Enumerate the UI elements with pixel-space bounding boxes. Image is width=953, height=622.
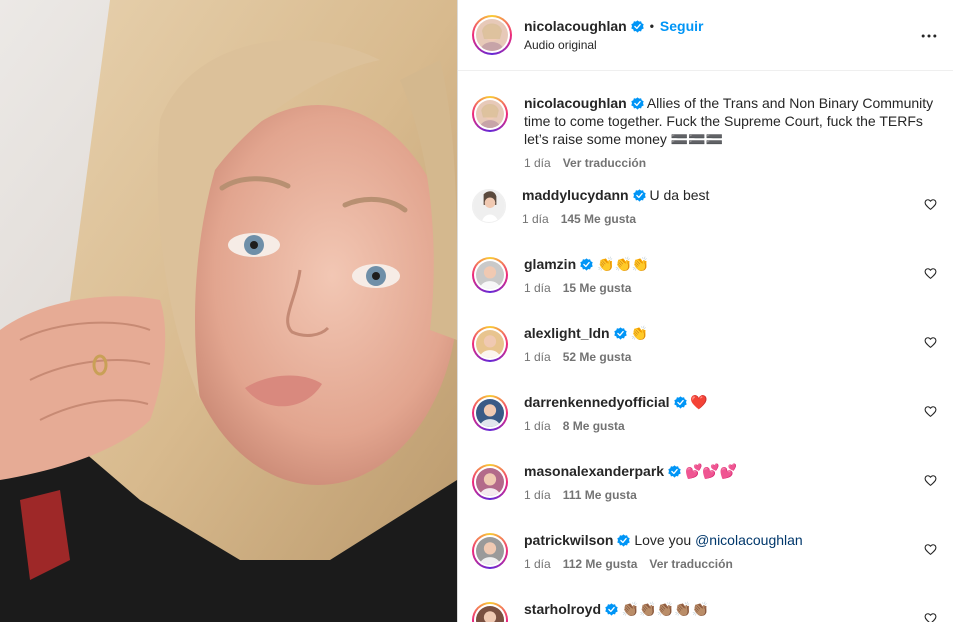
verified-badge-icon	[580, 258, 593, 271]
like-heart-icon[interactable]	[924, 612, 937, 622]
comment-username[interactable]: darrenkennedyofficial	[524, 394, 670, 410]
comment-username[interactable]: glamzin	[524, 256, 576, 272]
comment-item: starholroyd 👏🏽👏🏽👏🏽👏🏽👏🏽1 día23 Me gusta	[472, 600, 939, 622]
comment-likes[interactable]: 52 Me gusta	[563, 350, 632, 364]
like-heart-icon[interactable]	[924, 405, 937, 418]
comment-likes[interactable]: 112 Me gusta	[563, 557, 638, 571]
comment-avatar[interactable]	[472, 189, 506, 223]
comment-time[interactable]: 1 día	[524, 419, 551, 433]
author-avatar-image	[476, 19, 508, 51]
comment-avatar[interactable]	[472, 257, 508, 293]
comment-item: glamzin 👏👏👏 1 día 15 Me gusta	[472, 255, 939, 295]
comment-item: darrenkennedyofficial ❤️ 1 día 8 Me gusta	[472, 393, 939, 433]
comment-likes[interactable]: 8 Me gusta	[563, 419, 625, 433]
verified-badge-icon	[631, 97, 644, 110]
comment-time[interactable]: 1 día	[524, 557, 551, 571]
comment-time[interactable]: 1 día	[524, 350, 551, 364]
post-media[interactable]	[0, 0, 457, 622]
comment-item: alexlight_ldn 👏 1 día 52 Me gusta	[472, 324, 939, 364]
comment-time[interactable]: 1 día	[522, 212, 549, 226]
comment-username[interactable]: starholroyd	[524, 601, 601, 617]
comment-mention-link[interactable]: @nicolacoughlan	[695, 532, 803, 548]
author-avatar[interactable]	[472, 15, 512, 55]
verified-badge-icon	[668, 465, 681, 478]
comment-avatar[interactable]	[472, 395, 508, 431]
caption-time[interactable]: 1 día	[524, 156, 551, 170]
comment-avatar[interactable]	[472, 533, 508, 569]
instagram-post-modal: nicolacoughlan • Seguir Audio original n…	[0, 0, 953, 622]
verified-badge-icon	[673, 396, 687, 409]
comment-rows: maddylucydann U da best 1 día 145 Me gusta…	[472, 186, 939, 622]
comment-username[interactable]: maddylucydann	[522, 187, 629, 203]
caption-translate-link[interactable]: Ver traducción	[563, 156, 646, 170]
comment-avatar[interactable]	[472, 464, 508, 500]
comment-likes[interactable]: 145 Me gusta	[561, 212, 636, 226]
comment-item: masonalexanderpark 💕💕💕 1 día 111 Me gusta	[472, 462, 939, 502]
post-header: nicolacoughlan • Seguir Audio original	[458, 0, 953, 71]
video-still	[0, 0, 457, 622]
comment-username[interactable]: patrickwilson	[524, 532, 613, 548]
audio-label[interactable]: Audio original	[524, 38, 703, 52]
comment-translate-link[interactable]: Ver traducción	[649, 557, 732, 571]
comment-item: maddylucydann U da best 1 día 145 Me gusta	[472, 186, 939, 226]
author-username[interactable]: nicolacoughlan	[524, 18, 627, 34]
follow-button[interactable]: Seguir	[660, 18, 704, 34]
more-horizontal-icon[interactable]	[919, 26, 939, 46]
comment-time[interactable]: 1 día	[524, 488, 551, 502]
verified-badge-icon	[631, 19, 644, 33]
separator-dot: •	[649, 19, 654, 33]
comment-avatar[interactable]	[472, 602, 508, 622]
verified-badge-icon	[617, 534, 631, 547]
comment-text: 👏🏽👏🏽👏🏽👏🏽👏🏽	[621, 601, 710, 617]
comment-avatar[interactable]	[472, 326, 508, 362]
comment-text: U da best	[649, 187, 710, 203]
like-heart-icon[interactable]	[924, 267, 937, 280]
like-heart-icon[interactable]	[924, 474, 937, 487]
caption-username[interactable]: nicolacoughlan	[524, 95, 627, 111]
caption: nicolacoughlan Allies of the Trans and N…	[472, 94, 939, 170]
comments-list: nicolacoughlan Allies of the Trans and N…	[458, 94, 953, 622]
comment-text: 👏👏👏	[597, 256, 650, 272]
comment-item: patrickwilson Love you @nicolacoughlan 1 …	[472, 531, 939, 571]
comment-likes[interactable]: 111 Me gusta	[563, 488, 637, 502]
like-heart-icon[interactable]	[924, 336, 937, 349]
comment-text: Love you	[634, 532, 696, 548]
comment-likes[interactable]: 15 Me gusta	[563, 281, 632, 295]
comment-time[interactable]: 1 día	[524, 281, 551, 295]
like-heart-icon[interactable]	[924, 543, 937, 556]
comment-username[interactable]: alexlight_ldn	[524, 325, 610, 341]
comment-text: ❤️	[690, 394, 708, 410]
post-side-panel: nicolacoughlan • Seguir Audio original n…	[457, 0, 953, 622]
comment-text: 💕💕💕	[684, 463, 738, 479]
like-heart-icon[interactable]	[924, 198, 937, 211]
verified-badge-icon	[632, 189, 646, 202]
comment-text: 👏	[630, 325, 648, 341]
caption-avatar[interactable]	[472, 96, 508, 132]
verified-badge-icon	[605, 603, 618, 616]
verified-badge-icon	[613, 327, 627, 340]
comment-username[interactable]: masonalexanderpark	[524, 463, 664, 479]
